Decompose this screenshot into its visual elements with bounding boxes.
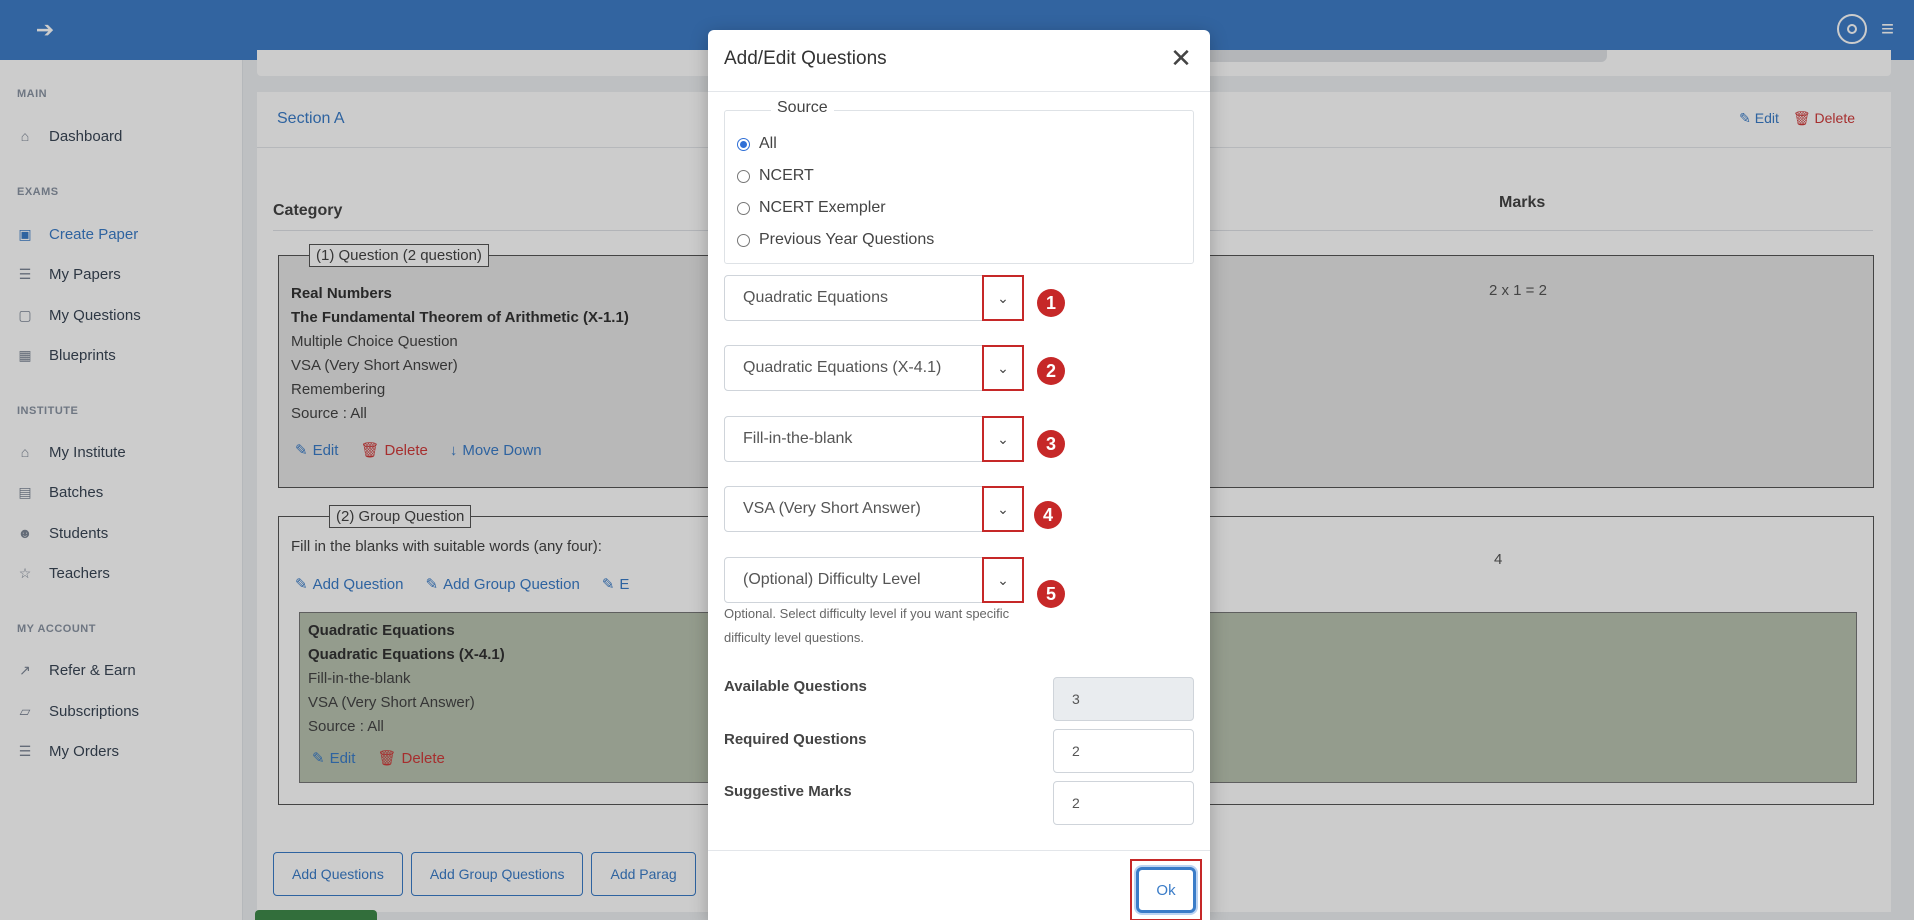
add-edit-questions-modal: Add/Edit Questions ✕ Source All NCERT NC…	[708, 30, 1210, 920]
difficulty-level-select[interactable]: (Optional) Difficulty Level ⌄	[724, 557, 1024, 603]
step-badge: 4	[1034, 501, 1062, 529]
available-questions-field: 3	[1053, 677, 1194, 721]
radio-label: All	[759, 135, 777, 152]
chevron-down-icon[interactable]: ⌄	[982, 486, 1024, 532]
source-fieldset: Source All NCERT NCERT Exempler Previous…	[724, 99, 1194, 264]
chevron-down-icon[interactable]: ⌄	[982, 416, 1024, 462]
step-badge: 2	[1037, 357, 1065, 385]
radio-label: Previous Year Questions	[759, 231, 935, 248]
chapter-select-value: Quadratic Equations	[743, 289, 888, 306]
source-option-all[interactable]: All	[737, 135, 777, 153]
source-option-ncert-exempler[interactable]: NCERT Exempler	[737, 199, 886, 217]
radio-button[interactable]	[737, 169, 750, 183]
answer-length-select-value: VSA (Very Short Answer)	[743, 500, 921, 517]
chevron-down-icon[interactable]: ⌄	[982, 557, 1024, 603]
difficulty-hint: Optional. Select difficulty level if you…	[724, 606, 1010, 645]
available-questions-label: Available Questions	[724, 678, 867, 695]
answer-length-select[interactable]: VSA (Very Short Answer) ⌄	[724, 486, 1024, 532]
close-x-icon[interactable]: ✕	[1166, 44, 1196, 74]
suggestive-marks-label: Suggestive Marks	[724, 783, 852, 800]
step-badge: 5	[1037, 580, 1065, 608]
modal-title: Add/Edit Questions	[724, 48, 887, 69]
suggestive-marks-input[interactable]: 2	[1053, 781, 1194, 825]
source-option-ncert[interactable]: NCERT	[737, 167, 814, 185]
topic-select-value: Quadratic Equations (X-4.1)	[743, 359, 942, 376]
radio-button[interactable]	[737, 233, 750, 247]
required-questions-label: Required Questions	[724, 731, 867, 748]
ok-button[interactable]: Ok	[1136, 867, 1196, 913]
chapter-select[interactable]: Quadratic Equations ⌄	[724, 275, 1024, 321]
required-questions-input[interactable]: 2	[1053, 729, 1194, 773]
difficulty-level-select-value: (Optional) Difficulty Level	[743, 571, 921, 588]
modal-footer: Ok	[708, 850, 1210, 920]
chevron-down-icon[interactable]: ⌄	[982, 275, 1024, 321]
source-legend: Source	[771, 99, 834, 117]
step-badge: 3	[1037, 430, 1065, 458]
source-option-previous-year[interactable]: Previous Year Questions	[737, 231, 934, 249]
radio-label: NCERT	[759, 167, 814, 184]
question-type-select[interactable]: Fill-in-the-blank ⌄	[724, 416, 1024, 462]
step-badge: 1	[1037, 289, 1065, 317]
chevron-down-icon[interactable]: ⌄	[982, 345, 1024, 391]
radio-button[interactable]	[737, 201, 750, 215]
question-type-select-value: Fill-in-the-blank	[743, 430, 853, 447]
radio-button[interactable]	[737, 137, 750, 151]
radio-label: NCERT Exempler	[759, 199, 886, 216]
modal-header: Add/Edit Questions ✕	[708, 30, 1210, 92]
topic-select[interactable]: Quadratic Equations (X-4.1) ⌄	[724, 345, 1024, 391]
